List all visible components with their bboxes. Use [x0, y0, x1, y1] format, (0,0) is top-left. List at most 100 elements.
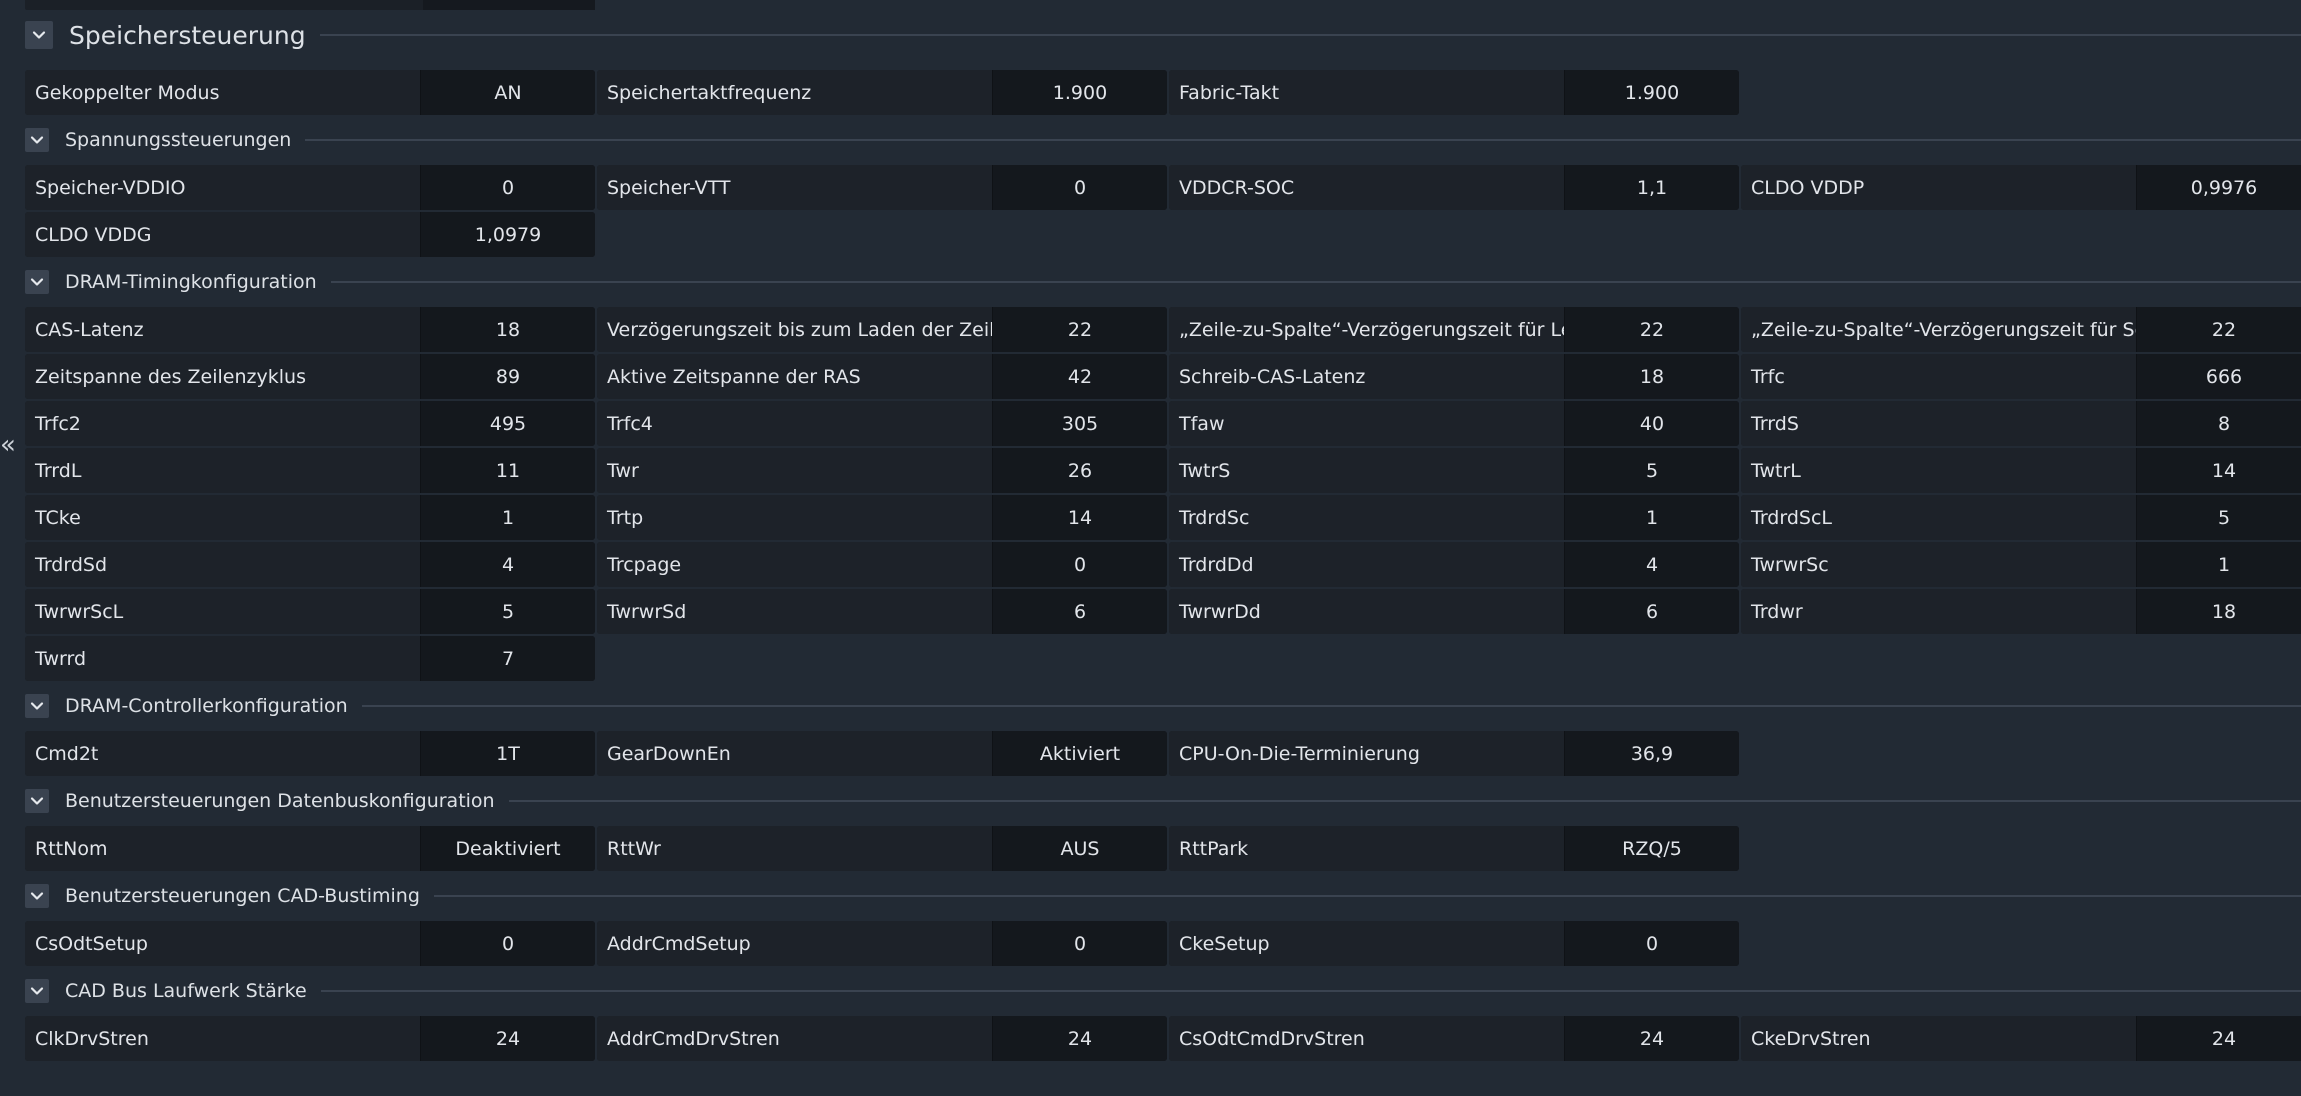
setting-row[interactable]: Tfaw 40: [1169, 401, 1739, 446]
setting-value[interactable]: 1: [420, 495, 595, 540]
setting-value[interactable]: Aktiviert: [992, 731, 1167, 776]
setting-value[interactable]: 40: [1564, 401, 1739, 446]
section-header-dram-controller[interactable]: DRAM-Controllerkonfiguration: [22, 681, 2301, 731]
setting-row[interactable]: CPU-On-Die-Terminierung 36,9: [1169, 731, 1739, 776]
setting-row[interactable]: Cmd2t 1T: [25, 731, 595, 776]
chevron-down-icon[interactable]: [25, 884, 49, 908]
setting-value[interactable]: 22: [992, 307, 1167, 352]
setting-value[interactable]: 6: [1564, 589, 1739, 634]
setting-value[interactable]: 1: [1564, 495, 1739, 540]
setting-value[interactable]: 5: [2136, 495, 2301, 540]
setting-row[interactable]: TrrdL 11: [25, 448, 595, 493]
setting-value[interactable]: 18: [420, 307, 595, 352]
setting-value[interactable]: Deaktiviert: [420, 826, 595, 871]
setting-row[interactable]: Schreib-CAS-Latenz 18: [1169, 354, 1739, 399]
chevron-down-icon[interactable]: [25, 21, 53, 49]
setting-value[interactable]: 8: [2136, 401, 2301, 446]
setting-row[interactable]: CsOdtSetup 0: [25, 921, 595, 966]
setting-value[interactable]: AN: [420, 70, 595, 115]
setting-value[interactable]: 89: [420, 354, 595, 399]
setting-value[interactable]: 5: [1564, 448, 1739, 493]
setting-row[interactable]: CLDO VDDG 1,0979: [25, 212, 595, 257]
setting-row[interactable]: Gekoppelter Modus AN: [25, 70, 595, 115]
chevron-down-icon[interactable]: [25, 128, 49, 152]
chevron-down-icon[interactable]: [25, 789, 49, 813]
setting-row[interactable]: Speicher-VTT 0: [597, 165, 1167, 210]
setting-value[interactable]: RZQ/5: [1564, 826, 1739, 871]
setting-row[interactable]: TrdrdSc 1: [1169, 495, 1739, 540]
setting-value[interactable]: 7: [420, 636, 595, 681]
setting-value[interactable]: 495: [420, 401, 595, 446]
setting-value[interactable]: 4: [1564, 542, 1739, 587]
setting-value[interactable]: 6: [992, 589, 1167, 634]
setting-row[interactable]: GearDownEn Aktiviert: [597, 731, 1167, 776]
setting-value[interactable]: 14: [2136, 448, 2301, 493]
setting-row[interactable]: CAS-Latenz 18: [25, 307, 595, 352]
setting-row[interactable]: Twr 26: [597, 448, 1167, 493]
section-header-dram-timing[interactable]: DRAM-Timingkonfiguration: [22, 257, 2301, 307]
setting-value[interactable]: 24: [1564, 1016, 1739, 1061]
setting-row[interactable]: Speicher-VDDIO 0: [25, 165, 595, 210]
setting-row[interactable]: Trdwr 18: [1741, 589, 2301, 634]
setting-row[interactable]: Trfc4 305: [597, 401, 1167, 446]
setting-row[interactable]: VDDCR-SOC 1,1: [1169, 165, 1739, 210]
setting-row[interactable]: TCke 1: [25, 495, 595, 540]
setting-row[interactable]: Verzögerungszeit bis zum Laden der Zeile…: [597, 307, 1167, 352]
setting-row[interactable]: Trcpage 0: [597, 542, 1167, 587]
section-header-cad-bustiming[interactable]: Benutzersteuerungen CAD-Bustiming: [22, 871, 2301, 921]
setting-row[interactable]: TwtrS 5: [1169, 448, 1739, 493]
setting-row[interactable]: TrdrdDd 4: [1169, 542, 1739, 587]
setting-row[interactable]: CkeSetup 0: [1169, 921, 1739, 966]
setting-value[interactable]: 1: [2136, 542, 2301, 587]
setting-value[interactable]: 42: [992, 354, 1167, 399]
setting-row[interactable]: „Zeile-zu-Spalte“-Verzögerungszeit für S…: [1741, 307, 2301, 352]
setting-value[interactable]: 24: [2136, 1016, 2301, 1061]
setting-row[interactable]: Twrrd 7: [25, 636, 595, 681]
setting-value[interactable]: 0: [992, 165, 1167, 210]
setting-row[interactable]: Fabric-Takt 1.900: [1169, 70, 1739, 115]
setting-row[interactable]: CLDO VDDP 0,9976: [1741, 165, 2301, 210]
setting-row[interactable]: Zeitspanne des Zeilenzyklus 89: [25, 354, 595, 399]
setting-value[interactable]: 24: [420, 1016, 595, 1061]
setting-row[interactable]: ClkDrvStren 24: [25, 1016, 595, 1061]
setting-row[interactable]: TwrwrSc 1: [1741, 542, 2301, 587]
setting-value[interactable]: 1.900: [1564, 70, 1739, 115]
setting-row[interactable]: Aktive Zeitspanne der RAS 42: [597, 354, 1167, 399]
setting-value[interactable]: 26: [992, 448, 1167, 493]
setting-row[interactable]: AddrCmdDrvStren 24: [597, 1016, 1167, 1061]
setting-row[interactable]: RttWr AUS: [597, 826, 1167, 871]
setting-value[interactable]: 11: [420, 448, 595, 493]
setting-row[interactable]: TwrwrSd 6: [597, 589, 1167, 634]
setting-row[interactable]: Trfc2 495: [25, 401, 595, 446]
setting-value[interactable]: 1T: [420, 731, 595, 776]
setting-value[interactable]: 0: [992, 542, 1167, 587]
setting-row[interactable]: TrrdS 8: [1741, 401, 2301, 446]
setting-value[interactable]: 666: [2136, 354, 2301, 399]
setting-value[interactable]: 14: [992, 495, 1167, 540]
setting-row[interactable]: RttNom Deaktiviert: [25, 826, 595, 871]
setting-value[interactable]: 0: [1564, 921, 1739, 966]
collapse-panel-icon[interactable]: «: [0, 432, 16, 458]
setting-value[interactable]: 0: [420, 921, 595, 966]
setting-row[interactable]: CkeDrvStren 24: [1741, 1016, 2301, 1061]
setting-row[interactable]: RttPark RZQ/5: [1169, 826, 1739, 871]
setting-value[interactable]: 22: [2136, 307, 2301, 352]
setting-row[interactable]: CsOdtCmdDrvStren 24: [1169, 1016, 1739, 1061]
setting-row[interactable]: TrdrdScL 5: [1741, 495, 2301, 540]
setting-value[interactable]: 18: [1564, 354, 1739, 399]
setting-value[interactable]: 4: [420, 542, 595, 587]
setting-value[interactable]: 1,0979: [420, 212, 595, 257]
section-header-spannungssteuerungen[interactable]: Spannungssteuerungen: [22, 115, 2301, 165]
setting-row[interactable]: TwrwrDd 6: [1169, 589, 1739, 634]
setting-value[interactable]: 18: [2136, 589, 2301, 634]
setting-value[interactable]: 5: [420, 589, 595, 634]
section-header-speichersteuerung[interactable]: Speichersteuerung: [22, 0, 2301, 70]
setting-row[interactable]: Trfc 666: [1741, 354, 2301, 399]
setting-row[interactable]: TwrwrScL 5: [25, 589, 595, 634]
chevron-down-icon[interactable]: [25, 694, 49, 718]
setting-row[interactable]: TwtrL 14: [1741, 448, 2301, 493]
setting-row[interactable]: „Zeile-zu-Spalte“-Verzögerungszeit für L…: [1169, 307, 1739, 352]
setting-value[interactable]: 1.900: [992, 70, 1167, 115]
setting-value[interactable]: 305: [992, 401, 1167, 446]
setting-row[interactable]: Speichertaktfrequenz 1.900: [597, 70, 1167, 115]
